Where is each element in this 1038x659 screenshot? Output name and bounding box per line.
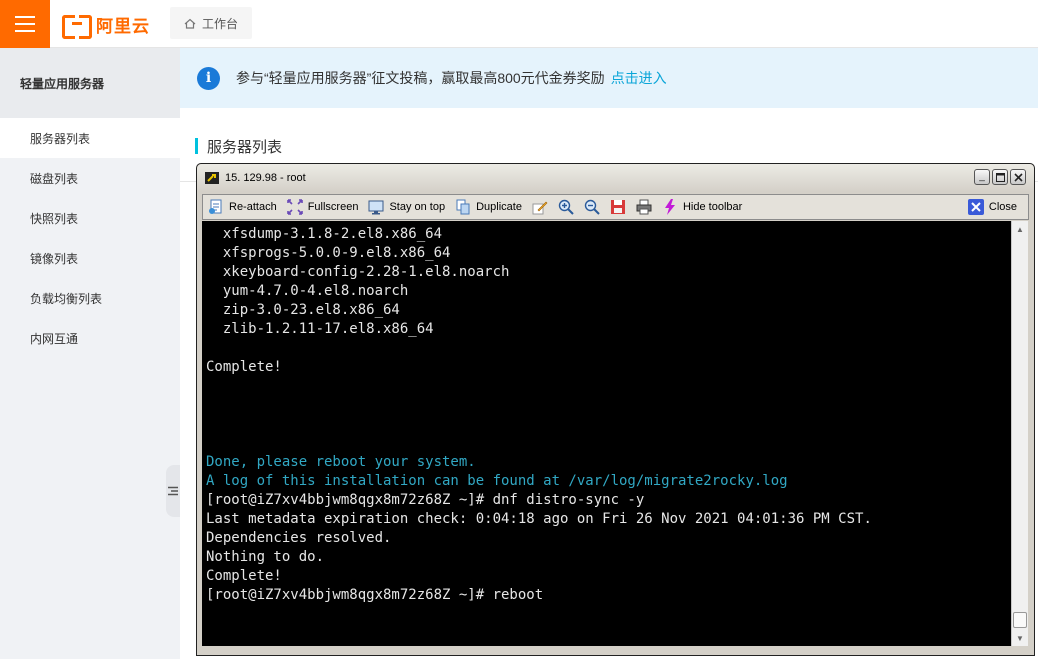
zoom-out-button[interactable]: [579, 195, 605, 219]
sidebar-collapse-toggle[interactable]: [166, 465, 180, 517]
scrollbar-thumb[interactable]: [1013, 612, 1027, 628]
terminal-line: zip-3.0-23.el8.x86_64: [206, 302, 400, 318]
section-title: 服务器列表: [195, 136, 282, 156]
notice-banner: i 参与“轻量应用服务器”征文投稿，赢取最高800元代金券奖励 点击进入: [180, 48, 1038, 108]
duplicate-button[interactable]: Duplicate: [450, 195, 527, 219]
stay-on-top-label: Stay on top: [389, 201, 446, 213]
key-icon: [205, 172, 219, 184]
sidebar-item-intranet[interactable]: 内网互通: [0, 318, 180, 358]
notice-text: 参与“轻量应用服务器”征文投稿，赢取最高800元代金券奖励: [236, 70, 605, 86]
window-controls: _: [974, 169, 1026, 185]
sidebar-item-disk-list[interactable]: 磁盘列表: [0, 158, 180, 198]
terminal-line: yum-4.7.0-4.el8.noarch: [206, 283, 409, 299]
sidebar: 轻量应用服务器 服务器列表 磁盘列表 快照列表 镜像列表 负载均衡列表 内网互通: [0, 48, 180, 659]
save-icon: [610, 199, 626, 215]
terminal-line: Nothing to do.: [206, 549, 325, 565]
section-title-text: 服务器列表: [207, 138, 283, 156]
sidebar-item-load-balancer-list[interactable]: 负载均衡列表: [0, 278, 180, 318]
terminal-line: [root@iZ7xv4bbjwm8qgx8m72z68Z ~]# reboot: [206, 587, 544, 603]
aliyun-logo-mark: [62, 15, 92, 39]
terminal-title-bar[interactable]: 15. 129.98 - root _: [197, 164, 1034, 192]
fullscreen-icon: [286, 199, 303, 215]
terminal-line: A log of this installation can be found …: [206, 473, 788, 489]
terminal-window: 15. 129.98 - root _ Re-attach Fullscreen…: [196, 163, 1035, 656]
page: 阿里云 工作台 轻量应用服务器 服务器列表 磁盘列表 快照列表 镜像列表 负载均…: [0, 0, 1038, 659]
terminal-line: xkeyboard-config-2.28-1.el8.noarch: [206, 264, 510, 280]
reattach-icon: [208, 199, 224, 215]
close-icon: [1013, 172, 1023, 182]
close-window-button[interactable]: [1010, 169, 1026, 185]
fullscreen-button[interactable]: Fullscreen: [282, 195, 364, 219]
lightning-icon: [662, 199, 678, 215]
terminal-line: zlib-1.2.11-17.el8.x86_64: [206, 321, 434, 337]
sidebar-item-image-list[interactable]: 镜像列表: [0, 238, 180, 278]
terminal-line: xfsdump-3.1.8-2.el8.x86_64: [206, 226, 443, 242]
sidebar-title: 轻量应用服务器: [0, 48, 180, 118]
top-bar: 阿里云 工作台: [0, 0, 1038, 48]
notice-link[interactable]: 点击进入: [611, 68, 667, 88]
save-button[interactable]: [605, 195, 631, 219]
terminal-line: Done, please reboot your system.: [206, 454, 476, 470]
terminal-title: 15. 129.98 - root: [225, 172, 306, 184]
close-session-button[interactable]: Close: [963, 195, 1022, 219]
workbench-button[interactable]: 工作台: [170, 7, 253, 39]
printer-icon: [636, 199, 652, 215]
reattach-button[interactable]: Re-attach: [203, 195, 282, 219]
workbench-label: 工作台: [202, 16, 239, 31]
menu-icon[interactable]: [0, 0, 50, 48]
reattach-label: Re-attach: [229, 201, 277, 213]
print-button[interactable]: [631, 195, 657, 219]
terminal-line: Last metadata expiration check: 0:04:18 …: [206, 511, 872, 527]
aliyun-logo[interactable]: 阿里云: [62, 13, 150, 39]
collapse-icon: [168, 486, 178, 496]
minimize-button[interactable]: _: [974, 169, 990, 185]
pencil-icon: [532, 199, 548, 215]
terminal-line: Complete!: [206, 359, 282, 375]
monitor-icon: [368, 199, 384, 215]
duplicate-icon: [455, 199, 471, 215]
zoom-in-button[interactable]: [553, 195, 579, 219]
home-icon: [184, 18, 196, 29]
scroll-up-icon[interactable]: ▲: [1012, 221, 1028, 237]
stay-on-top-button[interactable]: Stay on top: [363, 195, 450, 219]
zoom-out-icon: [584, 199, 600, 215]
sidebar-item-snapshot-list[interactable]: 快照列表: [0, 198, 180, 238]
scroll-down-icon[interactable]: ▼: [1012, 630, 1028, 646]
terminal-output: xfsdump-3.1.8-2.el8.x86_64 xfsprogs-5.0.…: [202, 221, 1011, 605]
hide-toolbar-button[interactable]: Hide toolbar: [657, 195, 747, 219]
terminal-line: xfsprogs-5.0.0-9.el8.x86_64: [206, 245, 451, 261]
sidebar-item-server-list[interactable]: 服务器列表: [0, 118, 180, 158]
hide-toolbar-label: Hide toolbar: [682, 201, 743, 213]
zoom-in-icon: [558, 199, 574, 215]
terminal-line: [root@iZ7xv4bbjwm8qgx8m72z68Z ~]# dnf di…: [206, 492, 645, 508]
section-title-marker: [195, 138, 198, 154]
terminal-line: Dependencies resolved.: [206, 530, 392, 546]
edit-button[interactable]: [527, 195, 553, 219]
minimize-icon: _: [979, 171, 985, 182]
terminal-toolbar: Re-attach Fullscreen Stay on top Duplica…: [202, 194, 1029, 220]
maximize-button[interactable]: [992, 169, 1008, 185]
close-x-icon: [967, 199, 984, 215]
maximize-icon: [995, 172, 1005, 182]
info-icon: i: [197, 66, 220, 90]
logo-text: 阿里云: [96, 16, 150, 36]
terminal-line: Complete!: [206, 568, 282, 584]
close-label: Close: [988, 201, 1017, 213]
terminal-screen[interactable]: xfsdump-3.1.8-2.el8.x86_64 xfsprogs-5.0.…: [202, 221, 1011, 646]
fullscreen-label: Fullscreen: [307, 201, 359, 213]
duplicate-label: Duplicate: [476, 201, 522, 213]
terminal-scrollbar[interactable]: ▲ ▼: [1011, 221, 1028, 646]
